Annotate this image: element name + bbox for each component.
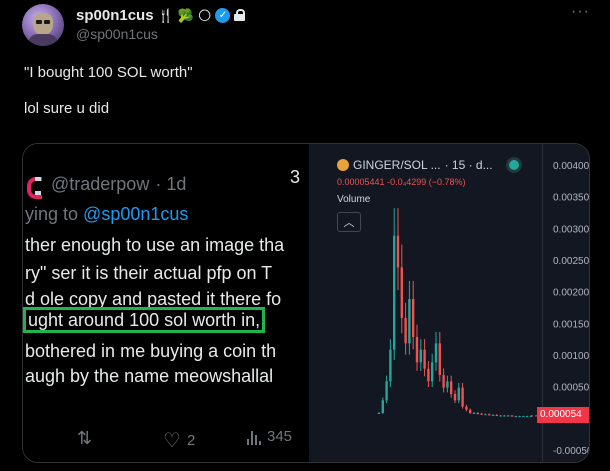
like-count: 2 xyxy=(186,432,196,449)
retweet-icon: ⇅ xyxy=(77,428,93,448)
candle-body xyxy=(522,416,525,418)
candle-body xyxy=(514,416,517,418)
candle-body xyxy=(423,349,426,369)
media-card[interactable]: @traderpow · 1d ying to @sp00n1cus ther … xyxy=(22,143,590,463)
author-name-row: sp00n1cus 🍴 🥦 🌕 ✓ xyxy=(76,6,246,24)
candle-body xyxy=(389,349,392,382)
candle-body xyxy=(427,368,430,382)
candle-body xyxy=(480,413,483,415)
candle-body xyxy=(503,415,506,417)
avatar-body xyxy=(28,34,58,46)
magnet-icon xyxy=(27,176,45,199)
candle-body xyxy=(472,413,476,414)
candle-body xyxy=(507,415,510,417)
quoted-line: ther enough to use an image tha xyxy=(25,235,285,255)
candle-body xyxy=(499,415,502,417)
y-tick-label: -0.000500 xyxy=(553,446,589,457)
more-options-icon[interactable]: ··· xyxy=(571,3,590,21)
avatar-face xyxy=(33,13,53,35)
candle-body xyxy=(396,235,400,268)
avatar[interactable] xyxy=(22,4,64,46)
avatar-eye xyxy=(44,20,50,24)
candle-body xyxy=(393,235,396,350)
candle-body xyxy=(419,349,422,363)
author-display-name[interactable]: sp00n1cus xyxy=(76,7,154,24)
candle-body xyxy=(495,414,498,416)
price-chart-screenshot: GINGER/SOL ... · 15 · d... 0.00005441 -0… xyxy=(309,144,589,462)
like-action: ♡ 2 xyxy=(163,428,195,453)
candle-body xyxy=(434,343,438,363)
candle-body xyxy=(488,414,491,416)
tweet-text: "I bought 100 SOL worth" lol sure u did xyxy=(24,64,193,117)
replying-to: ying to @sp00n1cus xyxy=(25,204,188,225)
views-icon xyxy=(247,429,261,445)
candle-body xyxy=(461,387,464,407)
candle-body xyxy=(476,413,479,414)
quoted-line-tail: 3 xyxy=(290,167,301,187)
quoted-time: · 1d xyxy=(155,174,187,194)
heart-icon: ♡ xyxy=(163,430,181,452)
candle-body xyxy=(438,343,441,375)
candle-body xyxy=(408,299,411,344)
highlight-box: ught around 100 sol worth in, xyxy=(23,307,266,333)
y-tick-label: 0.001000 xyxy=(553,351,589,362)
candle-body xyxy=(469,409,472,413)
retweet-action: ⇅ xyxy=(77,428,92,449)
candle-body xyxy=(450,381,453,394)
lock-icon xyxy=(234,9,246,21)
candle-body xyxy=(415,337,419,363)
candle-body xyxy=(442,375,445,388)
candle-body xyxy=(431,362,434,382)
candle-body xyxy=(510,415,514,417)
author-handle[interactable]: @sp00n1cus xyxy=(76,26,158,42)
y-tick-label: 0.000500 xyxy=(553,383,589,394)
y-tick-label: 0.003500 xyxy=(553,193,589,204)
moon-emoji: 🌕 xyxy=(197,7,212,23)
candle-body xyxy=(385,381,388,401)
candle-body xyxy=(465,406,468,410)
y-tick-label: 0.004000 xyxy=(553,161,589,172)
candle-body xyxy=(518,416,521,418)
fork-emoji: 🍴 xyxy=(157,7,174,23)
avatar-eye xyxy=(36,20,42,24)
candle-body xyxy=(412,299,415,337)
candle-body xyxy=(484,414,487,416)
replying-prefix: ying to xyxy=(25,204,84,224)
candle-body xyxy=(381,400,384,413)
y-tick-label: 0.001500 xyxy=(553,319,589,330)
candle-body xyxy=(446,381,449,388)
quoted-line-highlighted: ught around 100 sol worth in, xyxy=(23,307,266,333)
current-price-tag: 0.000054 xyxy=(537,407,589,423)
candle-body xyxy=(453,394,457,401)
candle-body xyxy=(457,387,460,401)
quoted-handle: @traderpow xyxy=(51,174,150,194)
candle-body xyxy=(526,416,529,418)
broccoli-emoji: 🥦 xyxy=(177,7,194,23)
candle-body xyxy=(377,413,381,414)
quoted-line: bothered in me buying a coin th xyxy=(25,341,277,361)
y-tick-label: 0.002500 xyxy=(553,256,589,267)
candle-body xyxy=(400,267,403,318)
verified-badge-icon[interactable]: ✓ xyxy=(215,7,231,23)
views-count: 345 xyxy=(267,428,293,445)
candle-body xyxy=(491,414,495,416)
quoted-line: ry" ser it is their actual pfp on T xyxy=(25,263,273,283)
quoted-header: @traderpow · 1d xyxy=(27,174,187,199)
y-tick-label: 0.003000 xyxy=(553,224,589,235)
views-action: 345 xyxy=(247,428,292,445)
quoted-line: augh by the name meowshallal xyxy=(25,366,274,386)
candle-body xyxy=(404,318,407,344)
y-tick-label: 0.002000 xyxy=(553,288,589,299)
quoted-tweet-screenshot: @traderpow · 1d ying to @sp00n1cus ther … xyxy=(23,144,309,462)
replying-mention: @sp00n1cus xyxy=(83,204,189,224)
